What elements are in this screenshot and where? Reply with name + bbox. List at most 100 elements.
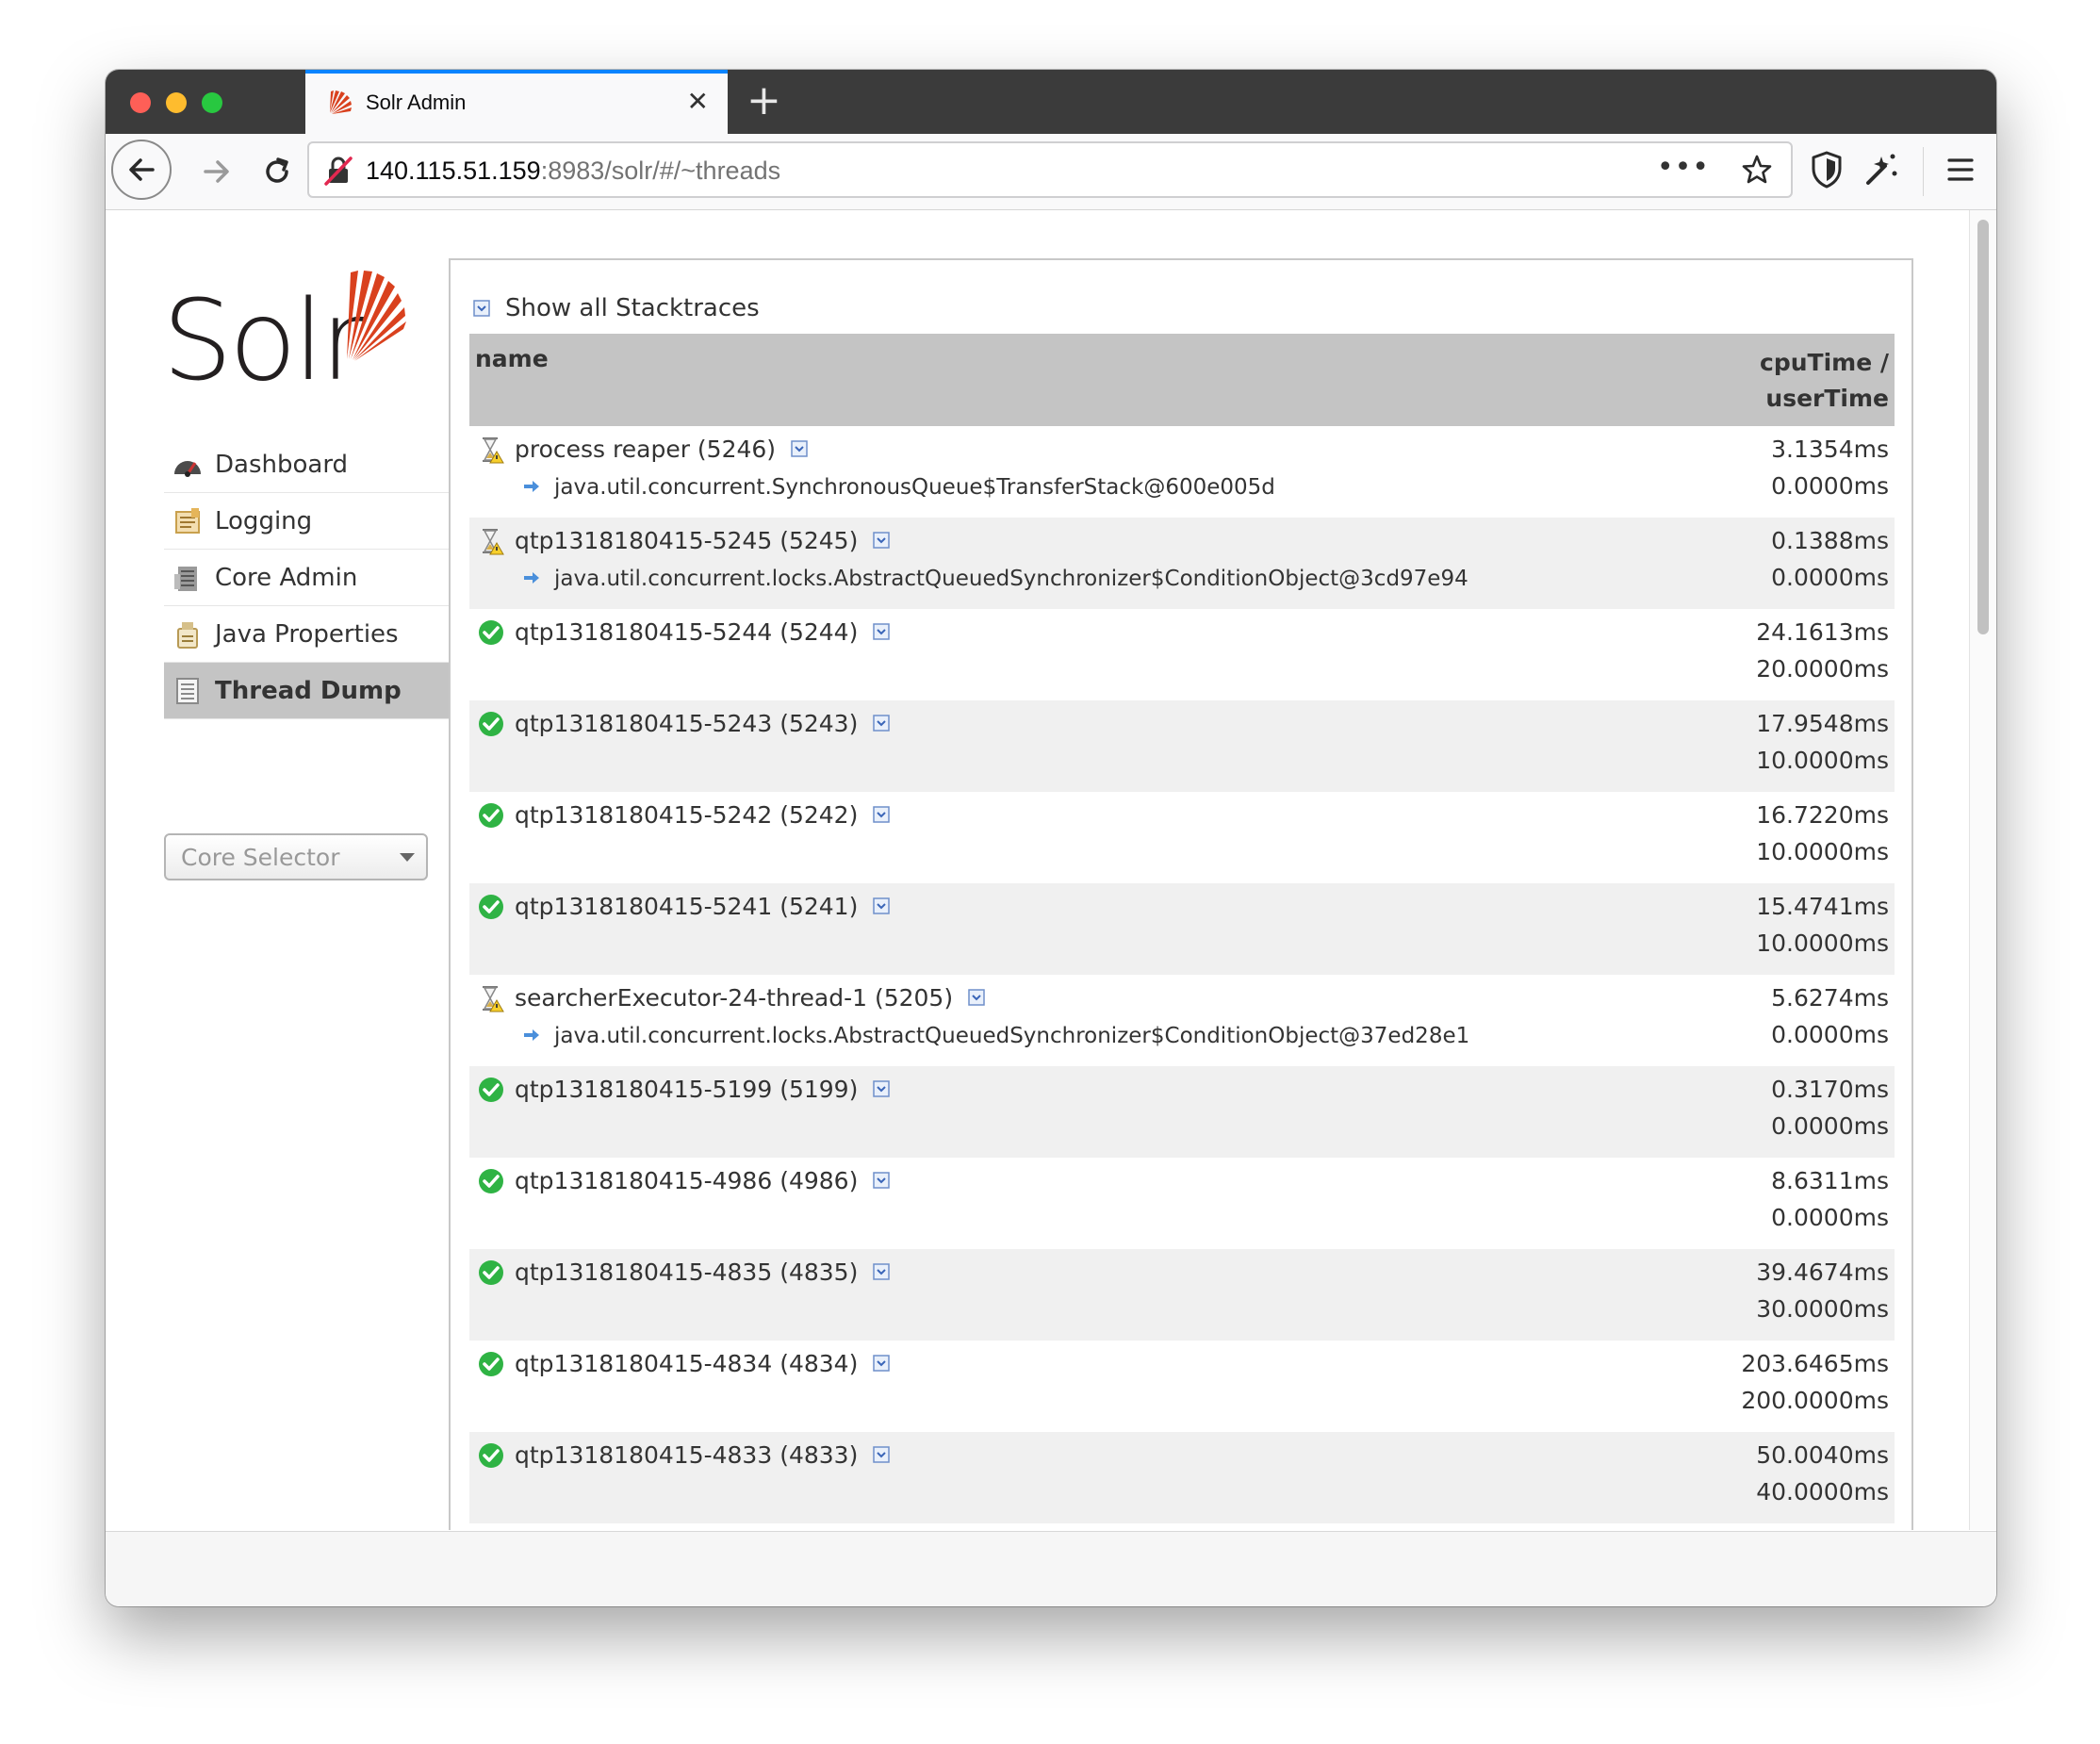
table-row: searcherExecutor-24-thread-1 (5205) java.… (469, 975, 1895, 1066)
expand-stacktrace-icon[interactable] (873, 1167, 891, 1194)
sidebar-item-dashboard[interactable]: Dashboard (164, 436, 449, 493)
shield-icon[interactable] (1808, 147, 1846, 192)
expand-stacktrace-icon[interactable] (873, 893, 891, 920)
lock-name: java.util.concurrent.locks.AbstractQueue… (554, 1024, 1470, 1048)
cpu-time: 203.6465ms (1741, 1350, 1889, 1377)
reload-button[interactable] (251, 145, 304, 198)
dashboard-icon (172, 449, 204, 481)
core-selector-placeholder: Core Selector (181, 843, 340, 871)
expand-stacktrace-icon[interactable] (873, 527, 891, 554)
address-bar[interactable]: 140.115.51.159:8983/solr/#/~threads ••• (307, 141, 1793, 198)
expand-stacktrace-icon[interactable] (873, 710, 891, 737)
user-time: 0.0000ms (1771, 1112, 1889, 1140)
sidebar-item-java-properties[interactable]: Java Properties (164, 606, 449, 663)
arrow-right-icon (522, 1024, 541, 1048)
user-time: 40.0000ms (1756, 1478, 1889, 1505)
sidebar-menu: Dashboard Logging Core Admin Java Proper… (164, 436, 449, 719)
tab-title: Solr Admin (366, 90, 467, 114)
thread-name: qtp1318180415-5243 (5243) (515, 710, 859, 737)
user-time: 10.0000ms (1756, 747, 1889, 774)
url-path: :8983/solr/#/~threads (540, 156, 781, 185)
sidebar-item-core-admin[interactable]: Core Admin (164, 550, 449, 606)
expand-toggle-icon[interactable] (473, 300, 490, 317)
runnable-check-icon (477, 1441, 505, 1470)
cpu-time: 50.0040ms (1756, 1441, 1889, 1469)
arrow-left-icon (129, 158, 155, 181)
thread-name-cell: process reaper (5246) (515, 436, 808, 463)
sidebar-item-label: Dashboard (215, 450, 349, 479)
page-scrollbar[interactable] (1969, 210, 1996, 1530)
thread-name: qtp1318180415-5242 (5242) (515, 801, 859, 829)
thread-name: qtp1318180415-5241 (5241) (515, 893, 859, 920)
runnable-check-icon (477, 710, 505, 738)
runnable-check-icon (477, 1259, 505, 1287)
forward-button[interactable] (190, 145, 243, 198)
lock-info: java.util.concurrent.SynchronousQueue$Tr… (522, 475, 1275, 500)
tab-solr-admin[interactable]: Solr Admin ✕ (305, 70, 728, 134)
thread-name-cell: qtp1318180415-4835 (4835) (515, 1259, 891, 1286)
bookmark-star-icon[interactable] (1740, 153, 1774, 187)
user-time: 10.0000ms (1756, 930, 1889, 957)
thread-name: qtp1318180415-5199 (5199) (515, 1076, 859, 1103)
waiting-hourglass-icon (477, 436, 505, 464)
user-time: 0.0000ms (1771, 472, 1889, 500)
sidebar-item-logging[interactable]: Logging (164, 493, 449, 550)
thread-name-cell: qtp1318180415-4986 (4986) (515, 1167, 891, 1194)
expand-stacktrace-icon[interactable] (873, 618, 891, 646)
minimize-window-button[interactable] (166, 92, 187, 113)
expand-stacktrace-icon[interactable] (873, 1441, 891, 1469)
expand-stacktrace-icon[interactable] (873, 801, 891, 829)
thread-dump-panel: Show all Stacktraces name cpuTime / user… (449, 258, 1913, 1530)
thread-dump-icon (172, 675, 204, 707)
navigation-toolbar: 140.115.51.159:8983/solr/#/~threads ••• (106, 134, 1996, 210)
page-actions-menu-icon[interactable]: ••• (1657, 151, 1710, 184)
runnable-check-icon (477, 1076, 505, 1104)
expand-stacktrace-icon[interactable] (873, 1350, 891, 1377)
thread-name: qtp1318180415-4834 (4834) (515, 1350, 859, 1377)
cpu-time: 3.1354ms (1771, 436, 1889, 463)
waiting-hourglass-icon (477, 984, 505, 1012)
table-row: qtp1318180415-4986 (4986) 8.6311ms 0.0000m… (469, 1158, 1895, 1249)
extension-icon[interactable] (1861, 147, 1902, 192)
runnable-check-icon (477, 618, 505, 647)
new-tab-button[interactable]: + (746, 77, 781, 124)
title-bar: Solr Admin ✕ + (106, 70, 1996, 134)
expand-stacktrace-icon[interactable] (873, 1259, 891, 1286)
core-admin-icon (172, 562, 204, 594)
zoom-window-button[interactable] (202, 92, 222, 113)
thread-name-cell: searcherExecutor-24-thread-1 (5205) (515, 984, 985, 1012)
cpu-time: 0.3170ms (1771, 1076, 1889, 1103)
show-all-stacktraces-label: Show all Stacktraces (505, 294, 760, 322)
thread-name-cell: qtp1318180415-4833 (4833) (515, 1441, 891, 1469)
thread-name: process reaper (5246) (515, 436, 777, 463)
hamburger-menu-icon[interactable] (1942, 151, 1979, 189)
thread-name-cell: qtp1318180415-4834 (4834) (515, 1350, 891, 1377)
table-row: qtp1318180415-4834 (4834) 203.6465ms 200.0… (469, 1341, 1895, 1432)
threads-table-header: name cpuTime / userTime (469, 334, 1895, 426)
thread-name: searcherExecutor-24-thread-1 (5205) (515, 984, 954, 1012)
browser-status-area (106, 1531, 1996, 1606)
runnable-check-icon (477, 1350, 505, 1378)
expand-stacktrace-icon[interactable] (968, 984, 985, 1012)
close-window-button[interactable] (130, 92, 151, 113)
column-header-cputime-line: cpuTime / (1760, 349, 1889, 376)
user-time: 0.0000ms (1771, 1204, 1889, 1231)
expand-stacktrace-icon[interactable] (791, 436, 808, 463)
runnable-check-icon (477, 893, 505, 921)
table-row: qtp1318180415-4835 (4835) 39.4674ms 30.000… (469, 1249, 1895, 1341)
page-scrollbar-thumb[interactable] (1977, 220, 1989, 634)
tab-close-icon[interactable]: ✕ (687, 89, 709, 115)
insecure-connection-icon (324, 156, 353, 186)
expand-stacktrace-icon[interactable] (873, 1076, 891, 1103)
show-all-stacktraces-toggle[interactable]: Show all Stacktraces (473, 294, 760, 322)
sidebar-item-thread-dump[interactable]: Thread Dump (164, 663, 449, 719)
back-button[interactable] (111, 140, 172, 200)
core-selector-dropdown[interactable]: Core Selector (164, 833, 428, 880)
cpu-time: 17.9548ms (1756, 710, 1889, 737)
chevron-down-icon (400, 853, 415, 862)
runnable-check-icon (477, 1167, 505, 1195)
sidebar-item-label: Logging (215, 506, 313, 535)
url-text[interactable]: 140.115.51.159:8983/solr/#/~threads (366, 156, 780, 186)
sidebar-item-label: Thread Dump (215, 676, 402, 705)
user-time: 10.0000ms (1756, 838, 1889, 865)
